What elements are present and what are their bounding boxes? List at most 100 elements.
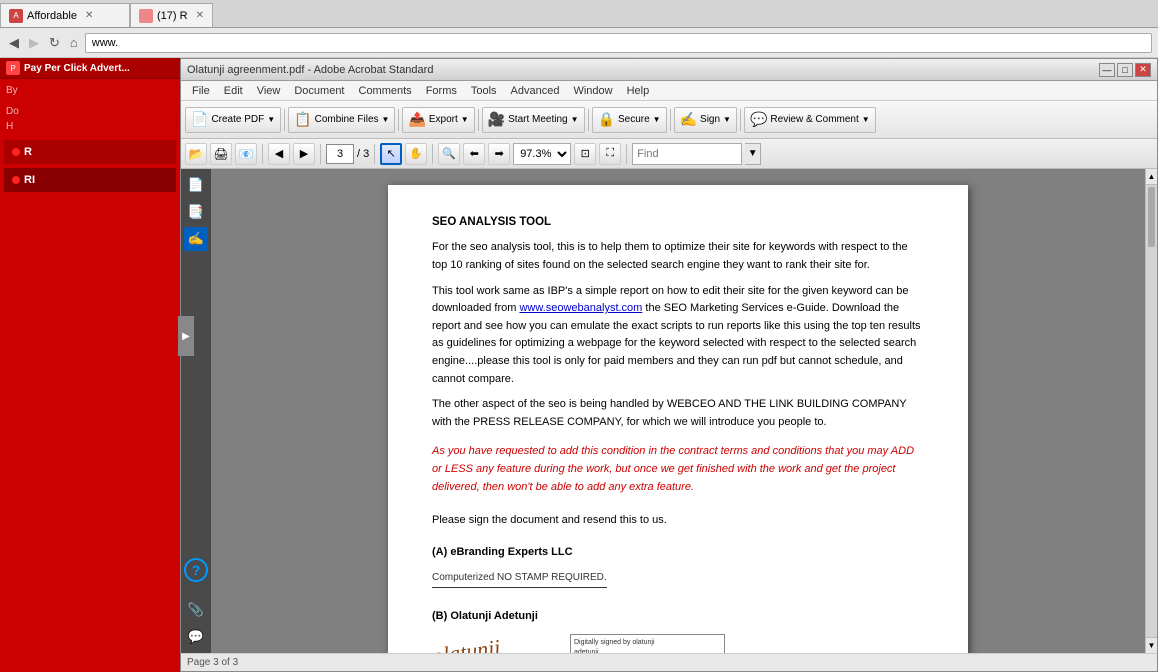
email-button[interactable]: 📧 [235, 143, 257, 165]
address-bar[interactable] [85, 33, 1152, 53]
para2-after: the SEO Marketing Services e-Guide. Down… [432, 302, 921, 384]
home-button[interactable]: ⌂ [67, 34, 81, 51]
review-label: Review & Comment [770, 114, 858, 125]
menu-tools[interactable]: Tools [464, 84, 504, 98]
start-meeting-label: Start Meeting [508, 114, 567, 125]
tab1-close[interactable]: ✕ [85, 10, 93, 21]
acrobat-title: Olatunji agreenment.pdf - Adobe Acrobat … [187, 64, 433, 76]
sign-button[interactable]: ✍ Sign ▼ [674, 107, 737, 133]
menu-edit[interactable]: Edit [217, 84, 250, 98]
para2: This tool work same as IBP's a simple re… [432, 283, 924, 389]
zoom-next-button[interactable]: ➡ [488, 143, 510, 165]
scroll-down-button[interactable]: ▼ [1146, 637, 1157, 653]
nav-sep-4 [432, 144, 433, 164]
panel-section-1: R [4, 140, 176, 164]
nav-sep-1 [262, 144, 263, 164]
minimize-button[interactable]: — [1099, 63, 1115, 77]
select-tool-button[interactable]: ↖ [380, 143, 402, 165]
vertical-scrollbar[interactable]: ▲ ▼ [1145, 169, 1157, 653]
browser-tab-2[interactable]: (17) R ✕ [130, 3, 213, 27]
reload-button[interactable]: ↻ [46, 34, 63, 52]
forward-button[interactable]: ▶ [26, 34, 42, 52]
browser-tab-1[interactable]: A Affordable ✕ [0, 3, 130, 27]
company-a: (A) eBranding Experts LLC [432, 544, 924, 562]
tab2-label: (17) R [157, 10, 188, 22]
hand-tool-button[interactable]: ✋ [405, 143, 427, 165]
attachments-panel-icon[interactable]: 📎 [184, 598, 208, 622]
create-pdf-button[interactable]: 📄 Create PDF ▼ [185, 107, 281, 133]
pdf-page: SEO ANALYSIS TOOL For the seo analysis t… [388, 185, 968, 653]
red-text: As you have requested to add this condit… [432, 443, 924, 496]
pdf-scroll-area[interactable]: SEO ANALYSIS TOOL For the seo analysis t… [211, 169, 1145, 653]
menu-help[interactable]: Help [620, 84, 657, 98]
print-button[interactable]: 🖨 [210, 143, 232, 165]
review-icon: 💬 [750, 111, 767, 128]
next-page-button[interactable]: ▶ [293, 143, 315, 165]
close-button[interactable]: ✕ [1135, 63, 1151, 77]
toolbar-sep-3 [478, 109, 479, 131]
page-number-input[interactable] [326, 144, 354, 164]
find-options-button[interactable]: ▼ [745, 143, 761, 165]
page-total: 3 [363, 148, 369, 160]
comments-panel-icon[interactable]: 💬 [184, 625, 208, 649]
find-input[interactable] [632, 143, 742, 165]
create-pdf-arrow: ▼ [267, 115, 275, 124]
sign-icon: ✍ [680, 111, 697, 128]
toolbar-sep-4 [588, 109, 589, 131]
zoom-select[interactable]: 97.3% 50% 75% 100% 125% 150% [513, 143, 571, 165]
panel-do-label: Do [6, 106, 174, 117]
combine-arrow: ▼ [382, 115, 390, 124]
menu-forms[interactable]: Forms [419, 84, 464, 98]
menu-comments[interactable]: Comments [352, 84, 419, 98]
secure-arrow: ▼ [653, 115, 661, 124]
menu-window[interactable]: Window [566, 84, 619, 98]
fit-page-button[interactable]: ⊡ [574, 143, 596, 165]
export-arrow: ▼ [461, 115, 469, 124]
signatures-panel-icon[interactable]: ✍ [184, 227, 208, 251]
start-meeting-button[interactable]: 🎥 Start Meeting ▼ [482, 107, 585, 133]
toolbar-sep-5 [670, 109, 671, 131]
bookmarks-panel-icon[interactable]: 📑 [184, 200, 208, 224]
open-file-button[interactable]: 📂 [185, 143, 207, 165]
export-button[interactable]: 📤 Export ▼ [402, 107, 474, 133]
tab1-label: Affordable [27, 10, 77, 22]
nav-toolbar: 📂 🖨 📧 ◀ ▶ / 3 ↖ ✋ 🔍 ⬅ ➡ 97.3% 50% 75% 10… [181, 139, 1157, 169]
zoom-in-button[interactable]: 🔍 [438, 143, 460, 165]
left-browser-panel: P Pay Per Click Advert... By Do H R RI ▶ [0, 58, 180, 672]
panel-favicon: P [6, 61, 20, 75]
start-meeting-icon: 🎥 [488, 111, 505, 128]
panel-section-2: RI [4, 168, 176, 192]
para3: The other aspect of the seo is being han… [432, 396, 924, 431]
stamp-text: Computerized NO STAMP REQUIRED. [432, 570, 607, 588]
tab2-close[interactable]: ✕ [196, 10, 204, 21]
review-comment-button[interactable]: 💬 Review & Comment ▼ [744, 107, 876, 133]
menu-advanced[interactable]: Advanced [504, 84, 567, 98]
status-bar: Page 3 of 3 [181, 653, 1157, 671]
export-label: Export [429, 114, 458, 125]
signature-block: olatunji Digitally signed by olatunji ad… [432, 634, 924, 653]
fullscreen-button[interactable]: ⛶ [599, 143, 621, 165]
para1: For the seo analysis tool, this is to he… [432, 239, 924, 274]
scroll-thumb[interactable] [1148, 187, 1155, 247]
zoom-out-button[interactable]: ⬅ [463, 143, 485, 165]
toolbar-sep-6 [740, 109, 741, 131]
status-text: Page 3 of 3 [187, 657, 238, 668]
panel-expand-btn[interactable]: ▶ [178, 316, 180, 356]
sign-label: Sign [700, 114, 720, 125]
toolbar-sep-2 [398, 109, 399, 131]
scroll-up-button[interactable]: ▲ [1146, 169, 1157, 185]
pages-panel-icon[interactable]: 📄 [184, 173, 208, 197]
left-sidebar: 📄 📑 ✍ ? 📎 💬 [181, 169, 211, 653]
stamp-block: Computerized NO STAMP REQUIRED. [432, 569, 924, 588]
toolbar-sep-1 [284, 109, 285, 131]
menu-document[interactable]: Document [287, 84, 351, 98]
prev-page-button[interactable]: ◀ [268, 143, 290, 165]
para2-link[interactable]: www.seowebanalyst.com [519, 302, 642, 314]
menu-view[interactable]: View [250, 84, 288, 98]
secure-button[interactable]: 🔒 Secure ▼ [592, 107, 667, 133]
combine-files-button[interactable]: 📋 Combine Files ▼ [288, 107, 395, 133]
back-button[interactable]: ◀ [6, 34, 22, 52]
menu-file[interactable]: File [185, 84, 217, 98]
maximize-button[interactable]: □ [1117, 63, 1133, 77]
help-panel-icon[interactable]: ? [184, 558, 208, 582]
